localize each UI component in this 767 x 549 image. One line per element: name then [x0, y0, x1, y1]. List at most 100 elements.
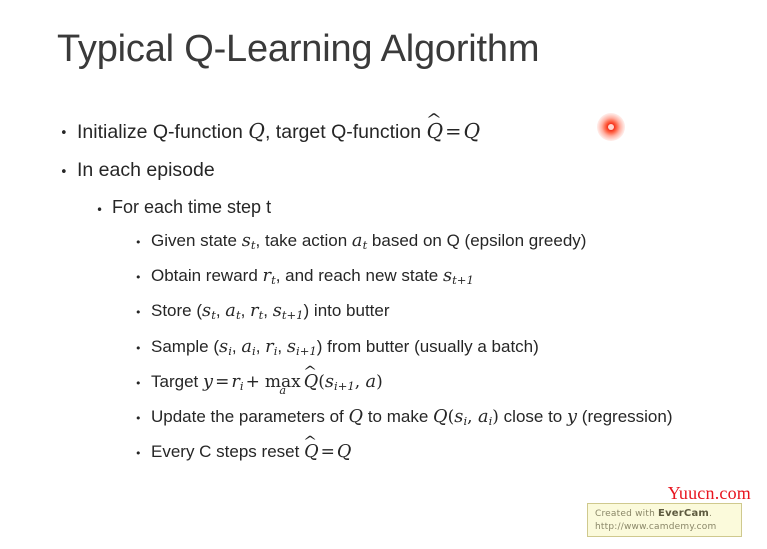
list-item-in-each-episode: • In each episode — [0, 157, 767, 183]
math-var-y: y — [566, 407, 578, 428]
math-var-q-hat-base: Q — [304, 442, 319, 463]
text-run: ) from butter (usually a batch) — [316, 336, 539, 356]
evercam-created-text: Created with — [595, 509, 659, 519]
bullet-marker-icon: • — [135, 376, 142, 390]
slide-canvas: Typical Q-Learning Algorithm • Initializ… — [0, 0, 767, 549]
slide-body-list: • Initialize Q-function Q, target Q-func… — [0, 113, 767, 471]
list-item-every-c-steps: • Every C steps reset Q ^ = Q — [0, 436, 767, 464]
text-run: Initialize Q-function — [77, 121, 249, 143]
math-var-s2: s — [286, 336, 297, 357]
bullet-marker-icon: • — [135, 271, 142, 285]
math-var-q: Q — [348, 407, 364, 428]
text-run: Every C steps reset — [151, 442, 305, 462]
bullet-marker-icon: • — [60, 165, 68, 180]
evercam-url: http://www.camdemy.com — [595, 522, 717, 532]
text-run: , — [263, 301, 273, 321]
list-item-text: Store (st, at, rt, st+1) into butter — [151, 299, 709, 327]
bullet-marker-icon: • — [135, 341, 142, 355]
bullet-marker-icon: • — [135, 306, 142, 320]
page-title: Typical Q-Learning Algorithm — [57, 28, 540, 70]
math-equals: = — [320, 442, 335, 463]
bullet-marker-icon: • — [135, 447, 142, 461]
list-item-text: In each episode — [77, 159, 215, 181]
list-item-text: Obtain reward rt, and reach new state st… — [151, 264, 709, 292]
list-item-text: Initialize Q-function Q, target Q-functi… — [77, 113, 687, 145]
text-run: close to — [498, 407, 567, 427]
math-var-r: r — [262, 266, 272, 287]
text-run: Target — [151, 371, 203, 391]
list-item-obtain-reward: • Obtain reward rt, and reach new state … — [0, 264, 767, 292]
math-var-y: y — [202, 371, 214, 392]
math-var-a: a — [241, 336, 252, 357]
list-item-text: Target y = ri + max a Q ^ (si+1, a) — [151, 365, 709, 398]
math-max-limit: a — [279, 384, 287, 398]
evercam-created-line: Created with EverCam. — [595, 507, 735, 521]
math-sub-t-plus-1: t+1 — [452, 273, 474, 288]
math-paren-close: ) — [492, 407, 499, 428]
text-run: Obtain reward — [151, 266, 263, 286]
site-watermark: Yuucn.com — [667, 483, 751, 503]
text-run: to make — [363, 407, 434, 427]
bullet-marker-icon: • — [135, 236, 142, 249]
math-var-s2: s — [272, 301, 282, 322]
math-comma: , — [354, 371, 366, 392]
math-paren-open: ( — [318, 371, 325, 392]
math-max-operator: max a — [265, 373, 301, 396]
evercam-brand-name: EverCam — [658, 508, 710, 519]
math-var-r: r — [250, 301, 259, 322]
evercam-created-suffix: . — [709, 509, 713, 519]
math-sub-t-plus-1: t+1 — [281, 308, 304, 323]
text-run: Store ( — [151, 301, 203, 321]
text-run: , — [215, 301, 226, 321]
list-item-text: Every C steps reset Q ^ = Q — [151, 436, 709, 464]
list-item-text: For each time step t — [112, 197, 272, 217]
text-run: Update the parameters of — [151, 407, 349, 427]
math-var-a: a — [351, 231, 363, 251]
math-var-q2: Q — [433, 407, 448, 428]
list-item-text: Sample (si, ai, ri, si+1) from butter (u… — [151, 335, 709, 363]
math-q-hat: Q ^ — [303, 365, 318, 394]
text-run: (regression) — [577, 407, 673, 427]
text-run: based on Q (epsilon greedy) — [367, 231, 587, 250]
text-run: Given state — [151, 231, 242, 250]
math-plus: + — [245, 371, 260, 392]
math-equals: = — [445, 120, 462, 143]
text-run: , take action — [255, 231, 352, 250]
math-q-hat: Q ^ — [426, 113, 444, 145]
bullet-marker-icon: • — [135, 412, 142, 426]
math-var-s: s — [324, 371, 334, 392]
math-var-r: r — [265, 336, 274, 357]
list-item-text: Given state st, take action at based on … — [151, 229, 709, 257]
text-run: , — [255, 336, 266, 356]
text-run: , — [240, 301, 251, 321]
math-var-a: a — [225, 301, 236, 322]
math-var-q: Q — [336, 442, 352, 463]
math-var-s: s — [219, 336, 229, 357]
math-comma: , — [467, 407, 478, 428]
math-var-s: s — [241, 231, 251, 251]
list-item-text: Update the parameters of Q to make Q(si,… — [151, 405, 709, 433]
list-item-given-state: • Given state st, take action at based o… — [0, 229, 767, 257]
text-run: Sample ( — [151, 336, 220, 356]
bullet-marker-icon: • — [96, 203, 104, 217]
list-item-sample: • Sample (si, ai, ri, si+1) from butter … — [0, 335, 767, 363]
math-sub-i-plus-1: i+1 — [334, 379, 355, 394]
math-var-q2: Q — [463, 119, 481, 143]
math-paren-close: ) — [376, 371, 383, 392]
text-run: , — [231, 336, 242, 356]
math-equals: = — [215, 371, 230, 392]
math-var-q-hat-base: Q — [426, 119, 444, 143]
text-run: , and reach new state — [275, 266, 443, 286]
evercam-watermark-badge: Created with EverCam. http://www.camdemy… — [587, 503, 742, 537]
math-var-a: a — [365, 371, 377, 392]
text-run: ) into butter — [303, 301, 390, 321]
math-var-s: s — [202, 301, 212, 322]
list-item-initialize: • Initialize Q-function Q, target Q-func… — [0, 113, 767, 145]
text-run: , target Q-function — [264, 121, 427, 143]
list-item-for-each-time-step: • For each time step t — [0, 195, 767, 220]
math-var-r: r — [231, 371, 240, 392]
list-item-update: • Update the parameters of Q to make Q(s… — [0, 405, 767, 433]
math-var-a: a — [477, 407, 489, 428]
math-var-s: s — [442, 266, 453, 287]
text-run: , — [277, 336, 287, 356]
